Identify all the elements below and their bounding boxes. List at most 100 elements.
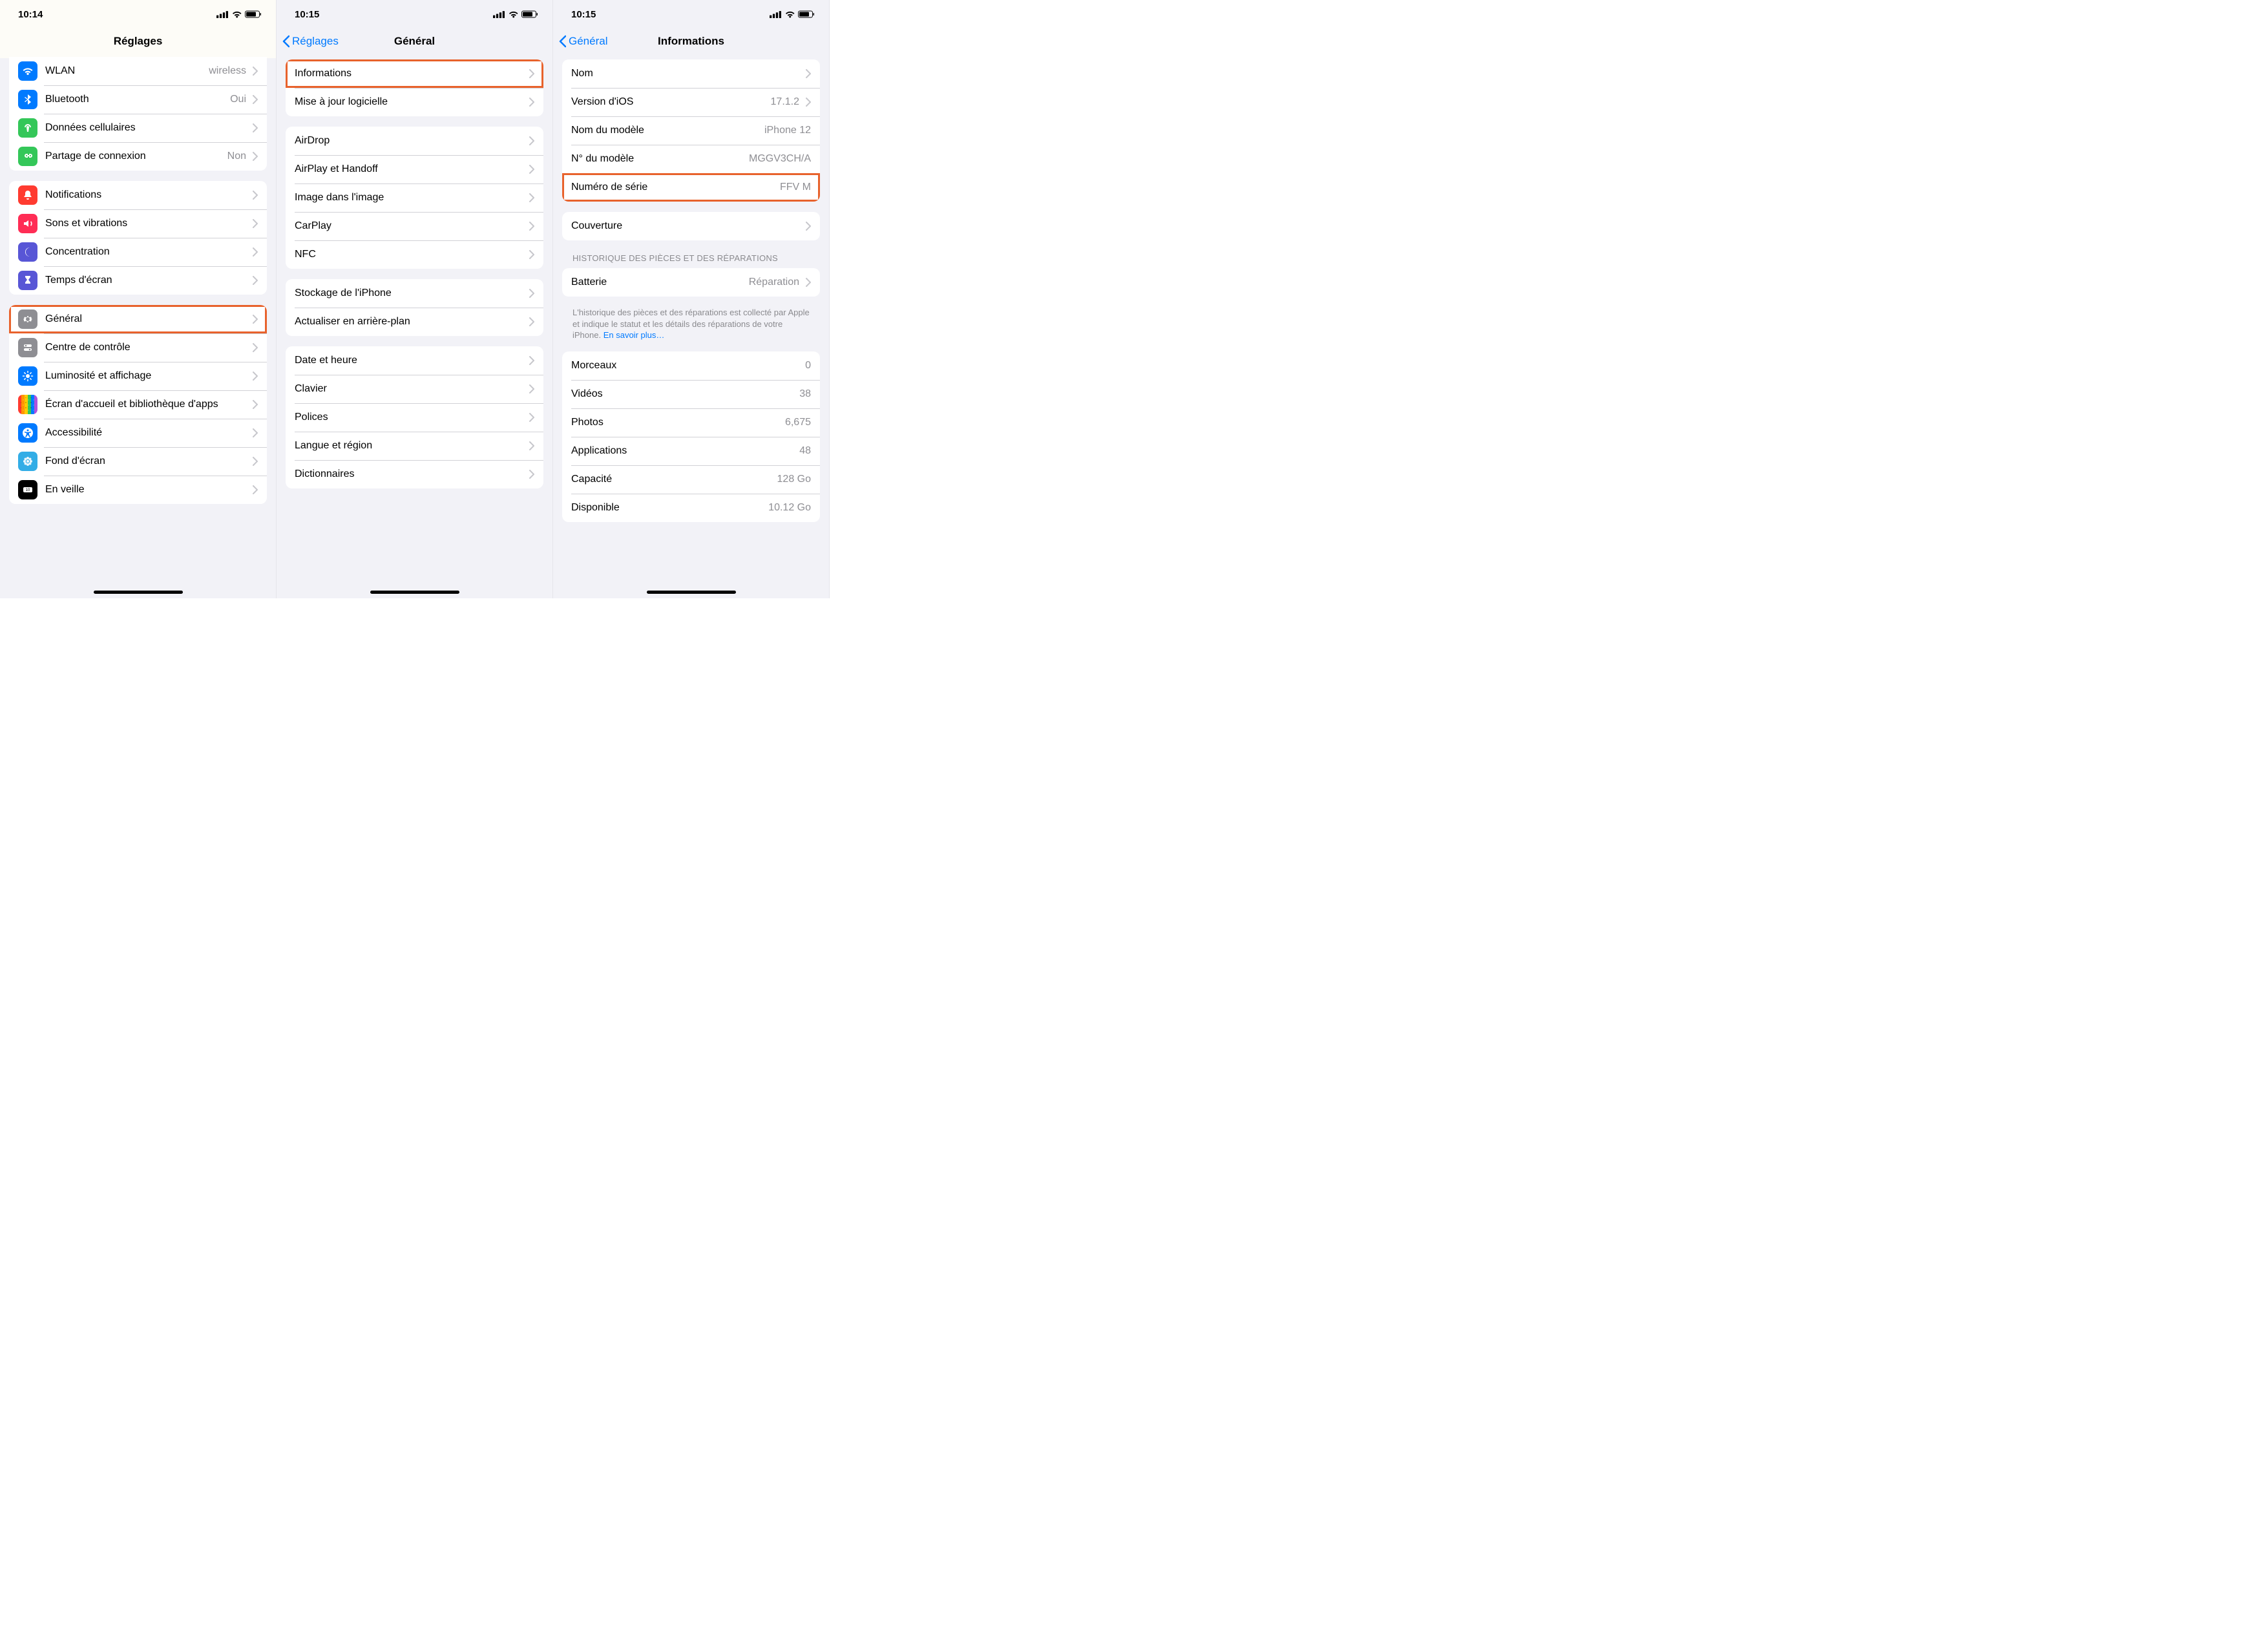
wifi-icon — [508, 10, 519, 18]
settings-screen: 10:14 Réglages WLANwirelessBluetoothOuiD… — [0, 0, 277, 598]
settings-list[interactable]: WLANwirelessBluetoothOui Données cellulai… — [0, 57, 276, 598]
chevron-right-icon — [253, 219, 258, 228]
settings-row[interactable]: Image dans l'image — [286, 184, 543, 212]
settings-row[interactable]: NFC — [286, 240, 543, 269]
settings-row[interactable]: Temps d'écran — [9, 266, 267, 295]
wifi-icon — [231, 10, 242, 18]
home-indicator[interactable] — [647, 591, 736, 594]
nav-bar: Réglages Général — [277, 28, 552, 54]
settings-row[interactable]: Dictionnaires — [286, 460, 543, 488]
settings-row[interactable]: WLANwireless — [9, 57, 267, 85]
group-storage: Stockage de l'iPhone Actualiser en arrièr… — [286, 279, 543, 336]
settings-row[interactable]: Actualiser en arrière-plan — [286, 308, 543, 336]
settings-row[interactable]: BatterieRéparation — [562, 268, 820, 297]
general-screen: 10:15 Réglages Général InformationsMise … — [277, 0, 553, 598]
moon-icon — [18, 242, 37, 262]
settings-row[interactable]: Disponible10.12 Go — [562, 494, 820, 522]
settings-row[interactable]: Écran d'accueil et bibliothèque d'apps — [9, 390, 267, 419]
antenna-icon — [18, 118, 37, 138]
settings-row[interactable]: Général — [9, 305, 267, 333]
about-list[interactable]: Nom Version d'iOS17.1.2Nom du modèleiPhon… — [553, 57, 829, 598]
chevron-right-icon — [529, 98, 534, 107]
row-label: Mise à jour logicielle — [295, 96, 523, 109]
settings-row[interactable]: Capacité128 Go — [562, 465, 820, 494]
settings-row[interactable]: 10 En veille — [9, 476, 267, 504]
settings-row[interactable]: Luminosité et affichage — [9, 362, 267, 390]
settings-row[interactable]: Numéro de série FFV M — [562, 173, 820, 202]
settings-row[interactable]: Langue et région — [286, 432, 543, 460]
settings-row[interactable]: Données cellulaires — [9, 114, 267, 142]
status-time: 10:14 — [18, 9, 43, 20]
row-label: En veille — [45, 483, 246, 496]
settings-row[interactable]: Applications48 — [562, 437, 820, 465]
row-value: iPhone 12 — [764, 125, 811, 136]
home-indicator[interactable] — [370, 591, 459, 594]
settings-row[interactable]: Date et heure — [286, 346, 543, 375]
battery-icon — [798, 10, 815, 18]
row-label: Couverture — [571, 220, 799, 233]
settings-row[interactable]: Accessibilité — [9, 419, 267, 447]
row-value: FFV M — [780, 182, 811, 193]
settings-row[interactable]: Mise à jour logicielle — [286, 88, 543, 116]
row-label: Vidéos — [571, 388, 794, 401]
row-label: Écran d'accueil et bibliothèque d'apps — [45, 398, 246, 411]
chevron-right-icon — [253, 191, 258, 200]
row-label: Numéro de série — [571, 181, 775, 194]
link-icon — [18, 147, 37, 166]
settings-row[interactable]: Couverture — [562, 212, 820, 240]
back-chevron-icon — [558, 35, 566, 48]
row-label: Capacité — [571, 473, 772, 486]
cellular-signal-icon — [770, 10, 782, 18]
row-value: Non — [227, 151, 246, 162]
row-label: Image dans l'image — [295, 191, 523, 204]
row-label: Stockage de l'iPhone — [295, 287, 523, 300]
settings-row[interactable]: Photos6,675 — [562, 408, 820, 437]
row-label: Nom — [571, 67, 794, 80]
settings-row[interactable]: CarPlay — [286, 212, 543, 240]
chevron-right-icon — [253, 457, 258, 466]
cellular-signal-icon — [493, 10, 505, 18]
back-button[interactable]: Général — [558, 28, 607, 54]
settings-row[interactable]: Partage de connexionNon — [9, 142, 267, 171]
row-label: Photos — [571, 416, 780, 429]
chevron-right-icon — [253, 485, 258, 494]
settings-row[interactable]: Version d'iOS17.1.2 — [562, 88, 820, 116]
row-label: Données cellulaires — [45, 121, 241, 134]
row-label: Applications — [571, 445, 794, 457]
hourglass-icon — [18, 271, 37, 290]
settings-row[interactable]: Nom du modèleiPhone 12 — [562, 116, 820, 145]
svg-text:10: 10 — [26, 488, 30, 492]
group-device-info: Nom Version d'iOS17.1.2Nom du modèleiPhon… — [562, 59, 820, 202]
learn-more-link[interactable]: En savoir plus… — [604, 330, 665, 340]
chevron-right-icon — [529, 165, 534, 174]
settings-row[interactable]: BluetoothOui — [9, 85, 267, 114]
settings-row[interactable]: Informations — [286, 59, 543, 88]
settings-row[interactable]: Centre de contrôle — [9, 333, 267, 362]
general-list[interactable]: Informations Mise à jour logicielle AirDr… — [277, 57, 552, 598]
flower-icon — [18, 452, 37, 471]
settings-row[interactable]: Vidéos38 — [562, 380, 820, 408]
battery-icon — [245, 10, 262, 18]
group-general: GénéralCentre de contrôleLuminosité et a… — [9, 305, 267, 504]
settings-row[interactable]: Notifications — [9, 181, 267, 209]
group-coverage: Couverture — [562, 212, 820, 240]
wifi-icon — [18, 61, 37, 81]
settings-row[interactable]: Nom — [562, 59, 820, 88]
settings-row[interactable]: Polices — [286, 403, 543, 432]
chevron-right-icon — [529, 356, 534, 365]
settings-row[interactable]: Stockage de l'iPhone — [286, 279, 543, 308]
settings-row[interactable]: AirPlay et Handoff — [286, 155, 543, 184]
settings-row[interactable]: N° du modèleMGGV3CH/A — [562, 145, 820, 173]
settings-row[interactable]: Clavier — [286, 375, 543, 403]
settings-row[interactable]: AirDrop — [286, 127, 543, 155]
row-label: Dictionnaires — [295, 468, 523, 481]
home-indicator[interactable] — [94, 591, 183, 594]
settings-row[interactable]: Morceaux0 — [562, 351, 820, 380]
back-button[interactable]: Réglages — [282, 28, 339, 54]
settings-row[interactable]: Concentration — [9, 238, 267, 266]
settings-row[interactable]: Fond d'écran — [9, 447, 267, 476]
switches-icon — [18, 338, 37, 357]
gear-icon — [18, 309, 37, 329]
settings-row[interactable]: Sons et vibrations — [9, 209, 267, 238]
section-header-parts: HISTORIQUE DES PIÈCES ET DES RÉPARATIONS — [572, 253, 810, 263]
